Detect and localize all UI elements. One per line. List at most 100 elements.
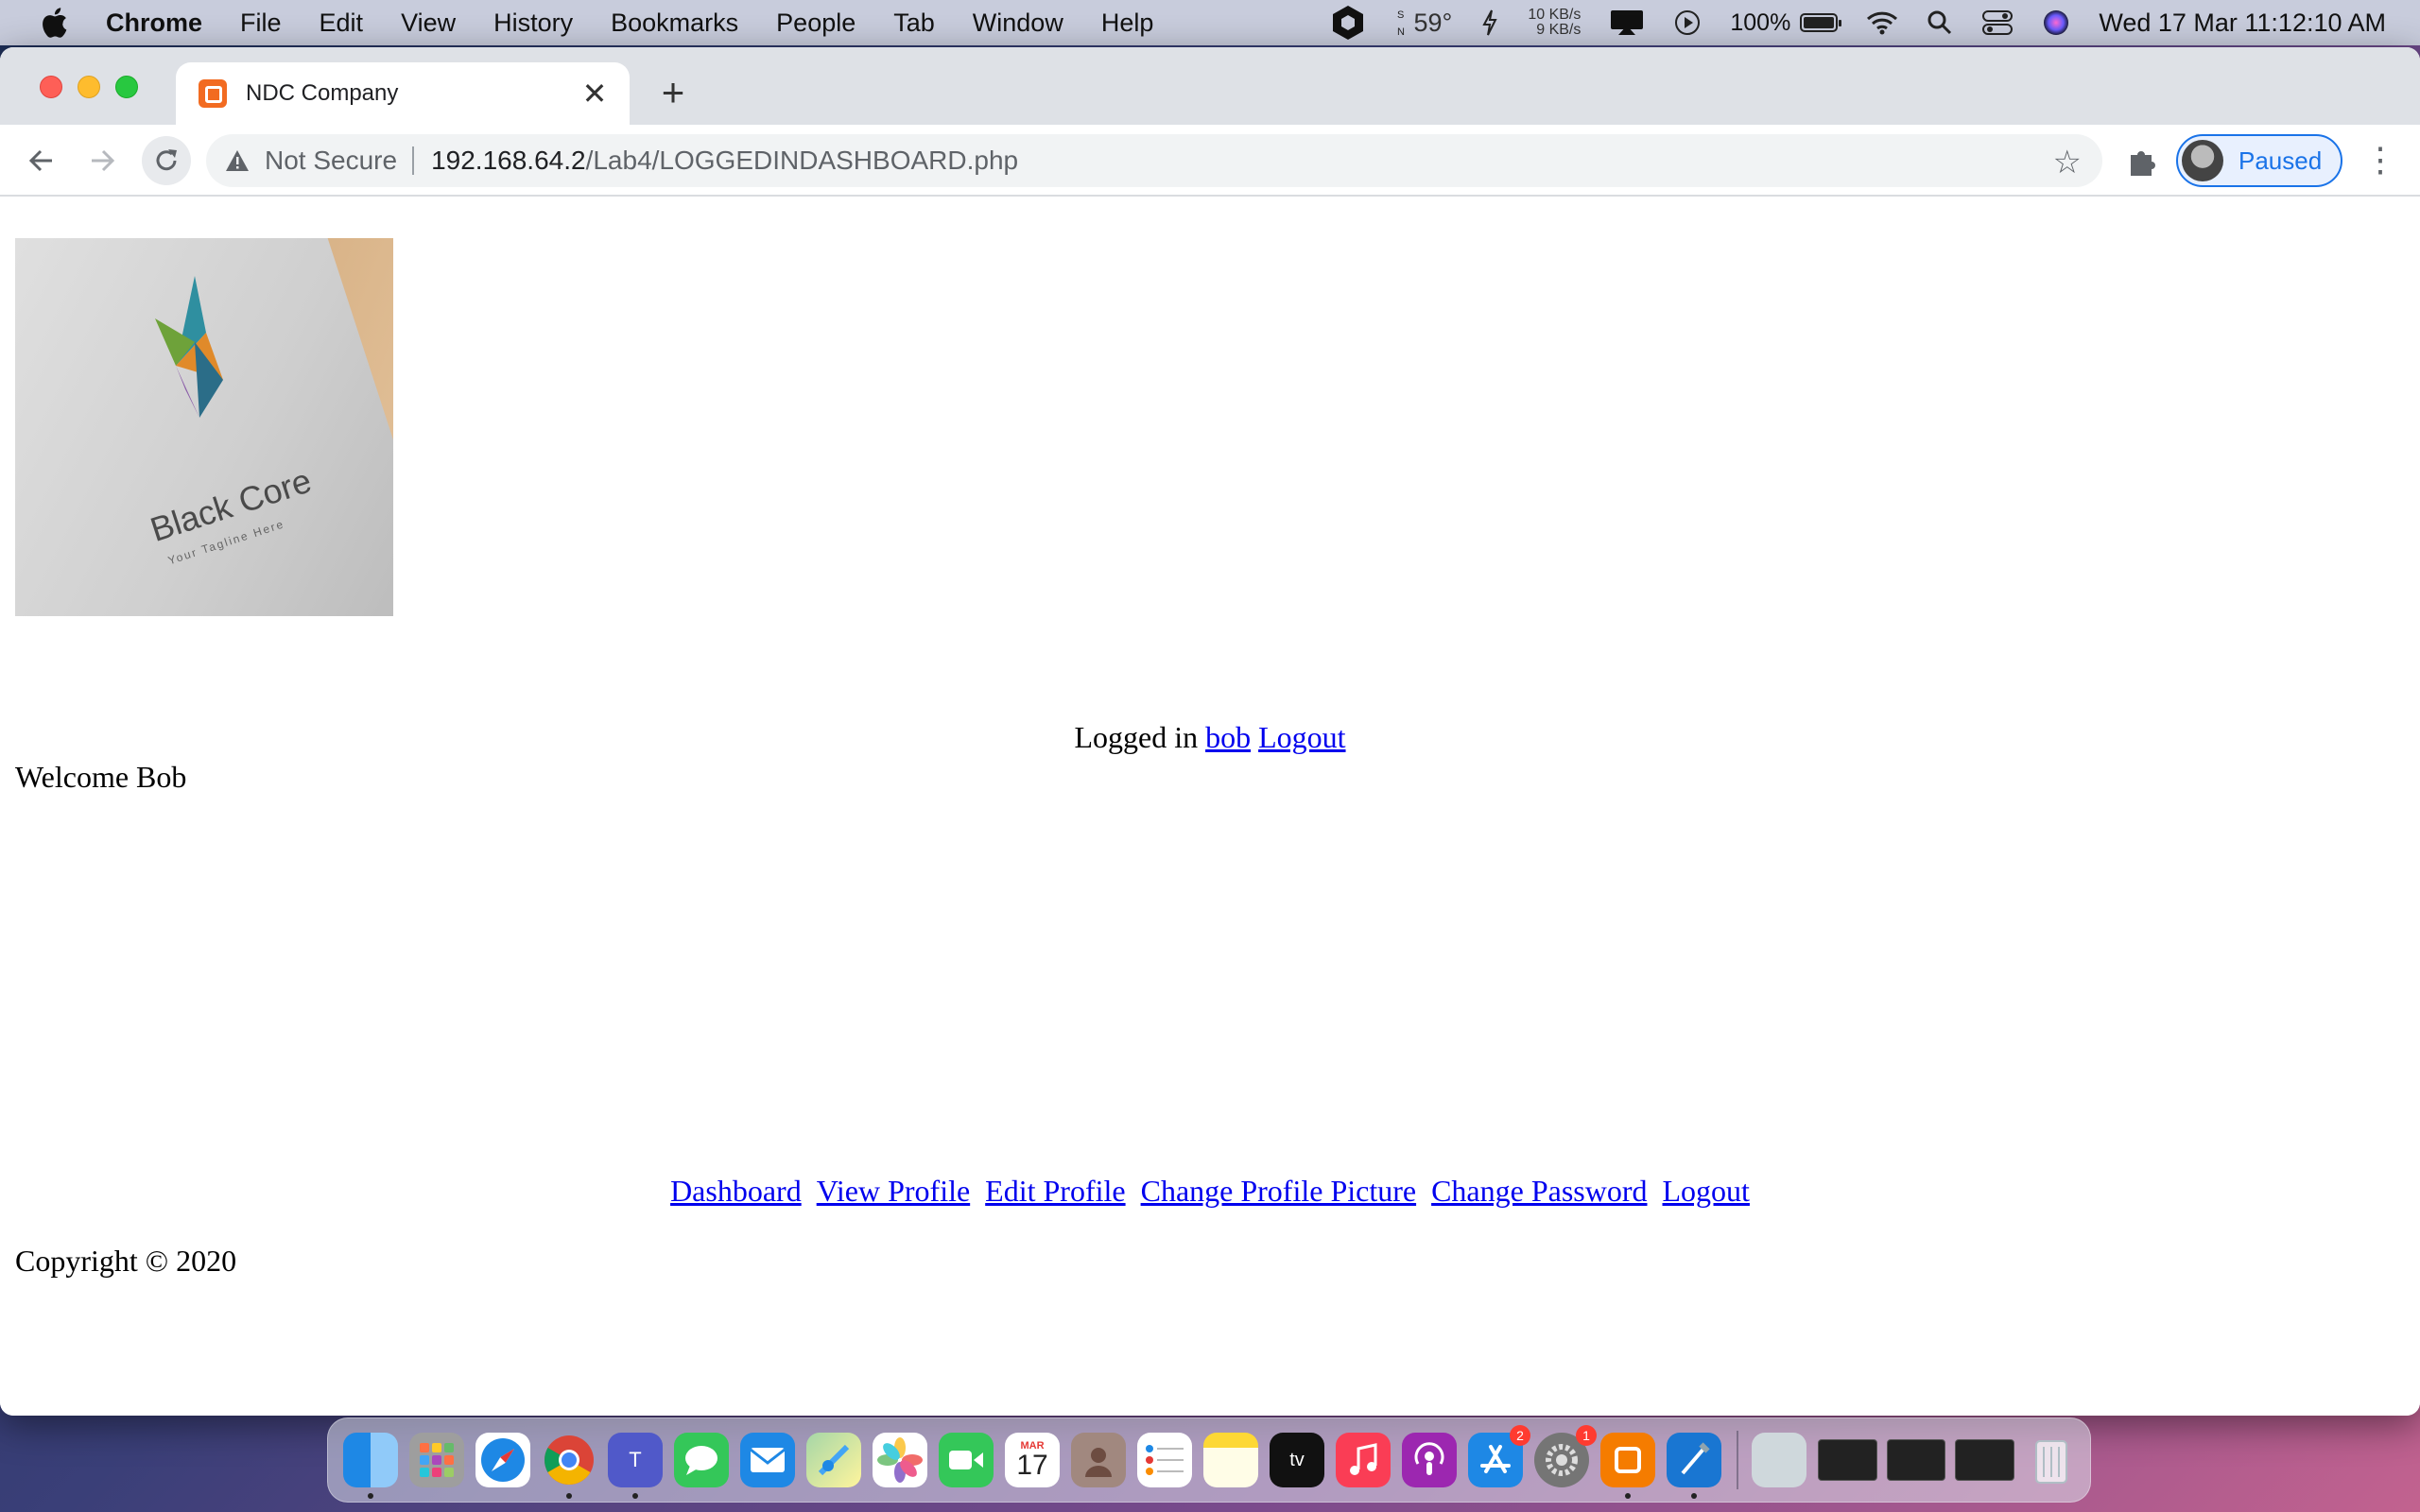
window-close-button[interactable] — [40, 76, 62, 98]
lightning-icon[interactable] — [1480, 9, 1499, 37]
browser-window: NDC Company ✕ + Not Secure 192.168.64.2/… — [0, 47, 2420, 1416]
wind-icon: SN — [1397, 9, 1405, 38]
tab-strip: NDC Company ✕ + — [0, 47, 2420, 125]
back-button[interactable] — [21, 140, 62, 181]
menu-help[interactable]: Help — [1101, 9, 1154, 38]
finder-icon[interactable] — [343, 1433, 398, 1499]
bookmark-star-icon[interactable]: ☆ — [2053, 144, 2082, 181]
xampp-icon[interactable] — [1600, 1433, 1655, 1499]
net-upload: 10 KB/s — [1528, 7, 1582, 23]
menu-tab[interactable]: Tab — [893, 9, 935, 38]
trash-icon[interactable] — [2024, 1433, 2079, 1487]
menu-app-chrome[interactable]: Chrome — [106, 9, 202, 38]
app-store-icon[interactable]: 2 — [1468, 1425, 1530, 1487]
extensions-puzzle-icon[interactable] — [2123, 142, 2161, 180]
apple-tv-icon[interactable]: tv — [1270, 1433, 1324, 1487]
music-icon[interactable] — [1336, 1433, 1391, 1487]
menubar-clock[interactable]: Wed 17 Mar 11:12:10 AM — [2099, 9, 2386, 38]
welcome-message: Welcome Bob — [15, 760, 187, 794]
apple-menu-icon[interactable] — [40, 7, 68, 39]
menu-view[interactable]: View — [401, 9, 456, 38]
nav-change-password-link[interactable]: Change Password — [1431, 1174, 1647, 1208]
calendar-icon[interactable]: MAR 17 — [1005, 1433, 1060, 1487]
window-zoom-button[interactable] — [115, 76, 138, 98]
profile-button[interactable]: Paused — [2176, 134, 2342, 187]
teams-icon[interactable]: T — [608, 1433, 663, 1499]
menu-bookmarks[interactable]: Bookmarks — [611, 9, 738, 38]
svg-text:N: N — [1397, 26, 1405, 38]
downloads-stack-icon[interactable] — [1751, 1433, 1806, 1487]
menu-window[interactable]: Window — [973, 9, 1063, 38]
system-preferences-icon[interactable]: 1 — [1534, 1425, 1597, 1487]
security-label[interactable]: Not Secure — [265, 146, 397, 176]
svg-text:S: S — [1397, 9, 1404, 21]
url-path: /Lab4/LOGGEDINDASHBOARD.php — [585, 146, 1019, 175]
wifi-icon[interactable] — [1866, 10, 1898, 35]
contacts-icon[interactable] — [1071, 1433, 1126, 1487]
tab-ndc-company[interactable]: NDC Company ✕ — [176, 62, 630, 125]
arrow-left-icon — [28, 149, 52, 172]
nav-edit-profile-link[interactable]: Edit Profile — [985, 1174, 1125, 1208]
safari-icon[interactable] — [475, 1433, 530, 1487]
window-minimize-button[interactable] — [78, 76, 100, 98]
url-host: 192.168.64.2 — [431, 146, 586, 175]
messages-icon[interactable] — [674, 1433, 729, 1487]
page-content: Black Core Your Tagline Here Logged in b… — [0, 197, 2420, 1416]
xcode-icon[interactable] — [1667, 1433, 1721, 1499]
tab-close-icon[interactable]: ✕ — [580, 76, 609, 112]
new-tab-button[interactable]: + — [654, 70, 692, 115]
minimized-window-1[interactable] — [1817, 1439, 1877, 1481]
nav-view-profile-link[interactable]: View Profile — [817, 1174, 970, 1208]
logo-mark-icon — [155, 276, 223, 418]
nav-logout-link[interactable]: Logout — [1663, 1174, 1750, 1208]
net-download: 9 KB/s — [1536, 22, 1582, 38]
menu-history[interactable]: History — [493, 9, 573, 38]
copyright-notice: Copyright © 2020 — [15, 1244, 237, 1278]
weather-widget[interactable]: SN 59° — [1395, 7, 1453, 39]
photos-icon[interactable] — [873, 1433, 927, 1487]
system-preferences-badge: 1 — [1576, 1425, 1597, 1446]
reload-button[interactable] — [142, 136, 191, 185]
chrome-icon[interactable] — [542, 1433, 596, 1499]
minimized-window-2[interactable] — [1886, 1439, 1946, 1481]
battery-percent: 100% — [1730, 9, 1791, 36]
nav-change-picture-link[interactable]: Change Profile Picture — [1141, 1174, 1416, 1208]
chrome-menu-icon[interactable]: ⋮ — [2363, 136, 2397, 183]
menu-file[interactable]: File — [240, 9, 282, 38]
maps-icon[interactable] — [806, 1433, 861, 1487]
login-status: Logged in bob Logout — [0, 720, 2420, 755]
warning-triangle-icon[interactable] — [225, 148, 250, 173]
xampp-favicon-icon — [199, 79, 227, 108]
logged-in-label: Logged in — [1074, 720, 1199, 754]
forward-button[interactable] — [81, 140, 123, 181]
hexagon-app-icon[interactable] — [1329, 4, 1367, 42]
play-circle-icon[interactable] — [1673, 9, 1702, 37]
launchpad-icon[interactable] — [409, 1433, 464, 1487]
airplay-display-icon[interactable] — [1609, 9, 1645, 37]
control-center-icon[interactable] — [1981, 9, 2014, 36]
menu-bar: Chrome File Edit View History Bookmarks … — [0, 0, 2420, 45]
app-store-badge: 2 — [1510, 1425, 1530, 1446]
minimized-window-3[interactable] — [1955, 1439, 2015, 1481]
omnibox-divider — [412, 146, 415, 175]
menu-people[interactable]: People — [776, 9, 856, 38]
reload-icon — [156, 149, 177, 171]
reminders-icon[interactable] — [1137, 1433, 1192, 1487]
company-logo-image: Black Core Your Tagline Here — [15, 238, 393, 616]
notes-icon[interactable] — [1203, 1433, 1258, 1487]
facetime-icon[interactable] — [939, 1433, 994, 1487]
tab-title: NDC Company — [246, 80, 399, 106]
weather-temperature: 59° — [1413, 8, 1453, 37]
spotlight-search-icon[interactable] — [1927, 9, 1953, 36]
menu-edit[interactable]: Edit — [320, 9, 364, 38]
nav-dashboard-link[interactable]: Dashboard — [670, 1174, 802, 1208]
calendar-day: 17 — [1016, 1450, 1048, 1481]
battery-status[interactable]: 100% — [1730, 9, 1842, 37]
network-speed[interactable]: 10 KB/s 9 KB/s — [1528, 8, 1581, 38]
siri-icon[interactable] — [2042, 9, 2070, 37]
mail-icon[interactable] — [740, 1433, 795, 1487]
address-bar[interactable]: Not Secure 192.168.64.2/Lab4/LOGGEDINDAS… — [206, 134, 2102, 187]
header-logout-link[interactable]: Logout — [1258, 720, 1345, 754]
podcasts-icon[interactable] — [1402, 1433, 1457, 1487]
username-link[interactable]: bob — [1205, 720, 1251, 754]
